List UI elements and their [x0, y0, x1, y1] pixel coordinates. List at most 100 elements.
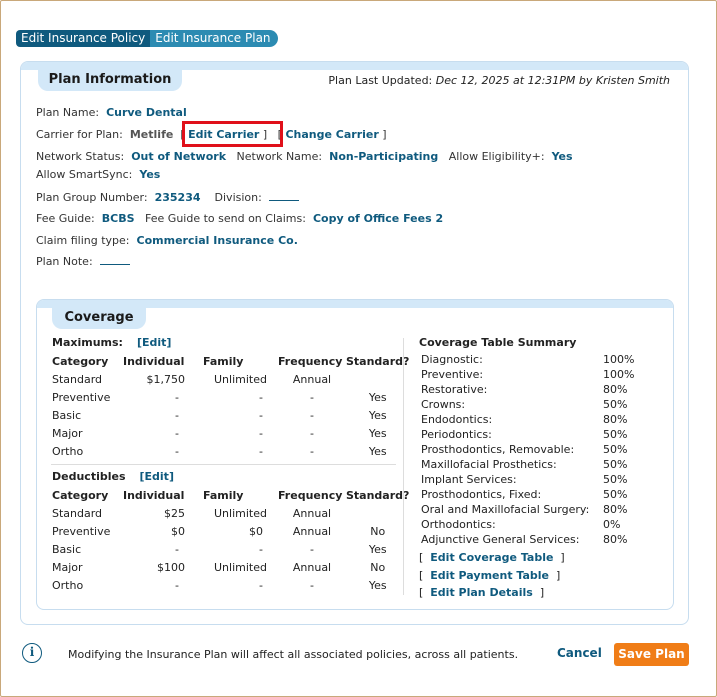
summary-category: Adjunctive General Services: [421, 533, 580, 546]
claim-type-label: Claim filing type: [36, 234, 130, 247]
edit-plan-details-link[interactable]: Edit Plan Details [430, 586, 533, 599]
cell: - [259, 578, 263, 592]
cell: Yes [368, 426, 387, 440]
edit-payment-table-link[interactable]: Edit Payment Table [430, 569, 549, 582]
list-item: Maxillofacial Prosthetics: 50% [421, 457, 661, 472]
cell: Standard [52, 372, 103, 386]
table-header-row: Category Individual Family Frequency Sta… [52, 352, 409, 370]
plan-note-blank [99, 254, 130, 265]
summary-percent: 80% [603, 383, 628, 396]
group-number-value: 235234 [154, 191, 201, 204]
column-header: Standard? [346, 354, 410, 368]
list-item: Prosthodontics, Fixed: 50% [421, 487, 661, 502]
list-item: Restorative: 80% [421, 382, 661, 397]
summary-percent: 50% [603, 473, 628, 486]
cancel-button[interactable]: Cancel [557, 646, 602, 660]
plan-name-label: Plan Name: [36, 106, 100, 119]
cell: Yes [368, 408, 387, 422]
network-name-value: Non-Participating [329, 150, 439, 163]
save-plan-button[interactable]: Save Plan [614, 643, 689, 666]
cell: - [175, 578, 179, 592]
cell: - [310, 408, 314, 422]
network-status-value: Out of Network [131, 150, 227, 163]
cell: Unlimited [214, 506, 267, 520]
cell: - [259, 408, 263, 422]
fee-guide-claims-label: Fee Guide to send on Claims: [145, 212, 306, 225]
cell: No [370, 524, 386, 538]
last-updated-value: Dec 12, 2025 at 12:31PM by Kristen Smith [435, 74, 670, 87]
plan-last-updated: Plan Last Updated: Dec 12, 2025 at 12:31… [328, 74, 670, 87]
summary-category: Maxillofacial Prosthetics: [421, 458, 557, 471]
group-number-row: Plan Group Number: 235234 Division: [36, 190, 299, 204]
cell: - [259, 444, 263, 458]
cell: Ortho [52, 444, 84, 458]
table-row: Preventive $0 $0 Annual No [52, 522, 409, 540]
division-blank [268, 190, 299, 201]
cell: Yes [368, 578, 387, 592]
tab-bar: Edit Insurance Policy Edit Insurance Pla… [16, 30, 278, 47]
carrier-label: Carrier for Plan: [36, 128, 123, 141]
summary-percent: 80% [603, 533, 628, 546]
table-row: Preventive - - - Yes [52, 388, 409, 406]
list-item: Orthodontics: 0% [421, 517, 661, 532]
cell: Basic [52, 408, 82, 422]
cell: Yes [368, 390, 387, 404]
deductibles-table: Category Individual Family Frequency Sta… [52, 486, 409, 594]
cell: Annual [292, 372, 332, 386]
deductibles-heading: Deductibles [Edit] [52, 470, 174, 483]
plan-links: [ Edit Coverage Table ] [ Edit Payment T… [419, 551, 565, 599]
maximums-table: Category Individual Family Frequency Sta… [52, 352, 409, 460]
tab-edit-insurance-plan[interactable]: Edit Insurance Plan [150, 30, 278, 47]
cell: Unlimited [214, 372, 267, 386]
summary-percent: 50% [603, 398, 628, 411]
cell: - [310, 542, 314, 556]
summary-percent: 0% [603, 518, 621, 531]
edit-carrier-highlight [182, 121, 283, 147]
list-item: Preventive: 100% [421, 367, 661, 382]
column-header: Family [203, 488, 244, 502]
summary-category: Prosthodontics, Fixed: [421, 488, 542, 501]
fee-guide-claims-value: Copy of Office Fees 2 [312, 212, 444, 225]
cell: - [175, 390, 179, 404]
cell: - [175, 426, 179, 440]
column-header: Family [203, 354, 244, 368]
edit-deductibles-link[interactable]: [Edit] [140, 470, 174, 483]
table-row: Major - - - Yes [52, 424, 409, 442]
summary-percent: 50% [603, 458, 628, 471]
allow-eligibility-label: Allow Eligibility+: [448, 150, 545, 163]
table-row: Major $100 Unlimited Annual No [52, 558, 409, 576]
fee-guide-label: Fee Guide: [36, 212, 95, 225]
network-row: Network Status: Out of Network Network N… [36, 150, 573, 163]
summary-percent: 100% [603, 353, 635, 366]
cell: Basic [52, 542, 82, 556]
coverage-title: Coverage [52, 307, 146, 329]
edit-maximums-link[interactable]: [Edit] [137, 336, 171, 349]
info-icon: i [22, 643, 42, 663]
allow-eligibility-value: Yes [551, 150, 573, 163]
smartsync-row: Allow SmartSync: Yes [36, 168, 160, 181]
cell: $25 [164, 506, 185, 520]
cell: $0 [249, 524, 263, 538]
carrier-value: Metlife [129, 128, 174, 141]
cell: Yes [368, 542, 387, 556]
list-item: Implant Services: 50% [421, 472, 661, 487]
cell: $0 [171, 524, 185, 538]
summary-category: Preventive: [421, 368, 484, 381]
table-row: Basic - - - Yes [52, 540, 409, 558]
tab-edit-insurance-policy[interactable]: Edit Insurance Policy [16, 30, 151, 47]
cell: Yes [368, 444, 387, 458]
cell: Annual [292, 506, 332, 520]
summary-percent: 50% [603, 428, 628, 441]
cell: Annual [292, 524, 332, 538]
change-carrier-link[interactable]: Change Carrier [285, 128, 378, 141]
last-updated-label: Plan Last Updated: [328, 74, 433, 87]
cell [346, 504, 409, 522]
column-header: Standard? [346, 488, 410, 502]
cell [346, 370, 409, 388]
list-item: Endodontics: 80% [421, 412, 661, 427]
summary-category: Restorative: [421, 383, 488, 396]
column-header: Frequency [278, 488, 343, 502]
edit-coverage-table-link[interactable]: Edit Coverage Table [430, 551, 553, 564]
table-row: Basic - - - Yes [52, 406, 409, 424]
cell: - [310, 426, 314, 440]
